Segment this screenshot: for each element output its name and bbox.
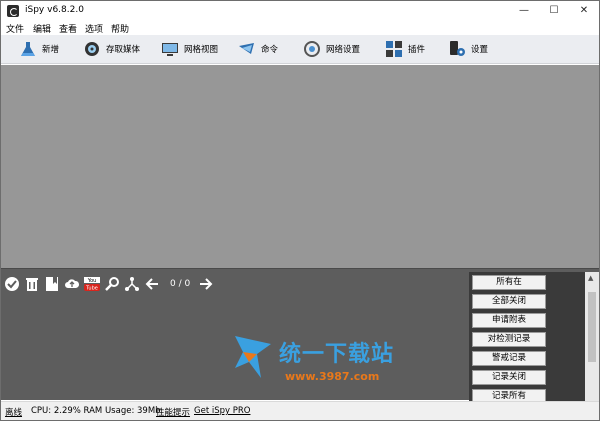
close-button[interactable]: ✕: [569, 1, 599, 21]
camera-view-area[interactable]: [1, 65, 599, 268]
maximize-button[interactable]: ☐: [539, 1, 569, 21]
delete-icon[interactable]: [24, 276, 40, 292]
media-toolbar: You Tube 0 / 0: [4, 274, 218, 294]
action-button-column: 所有在 全部关闭 申请附表 对检测记录 警戒记录 记录关闭 记录所有: [469, 272, 585, 401]
svg-text:Tube: Tube: [85, 286, 98, 292]
watermark-text: 统一下载站: [279, 342, 395, 367]
grid-view-icon: [161, 40, 179, 58]
get-pro-link[interactable]: Get iSpy PRO: [194, 406, 250, 416]
app-icon: [7, 5, 19, 17]
offline-link[interactable]: 离线: [5, 406, 22, 418]
plugins-icon: [385, 40, 403, 58]
svg-text:You: You: [87, 278, 97, 284]
window-title: iSpy v6.8.2.0: [25, 5, 84, 15]
toolbar-network-button[interactable]: 网络设置: [303, 38, 360, 60]
toolbar-add-label: 新增: [42, 45, 60, 55]
toolbar-command-button[interactable]: 命令: [238, 38, 278, 60]
watermark-logo-icon: [235, 336, 271, 378]
menu-file[interactable]: 文件: [6, 22, 24, 35]
toolbar-plugins-label: 插件: [408, 45, 426, 55]
search-icon[interactable]: [104, 276, 120, 292]
title-bar: iSpy v6.8.2.0 — ☐ ✕: [1, 1, 599, 21]
menu-edit[interactable]: 编辑: [33, 22, 51, 35]
alert-record-button[interactable]: 警戒记录: [472, 351, 546, 366]
perf-tips-link[interactable]: 性能提示: [156, 406, 190, 418]
minimize-button[interactable]: —: [509, 1, 539, 21]
menu-bar: 文件 编辑 查看 选项 帮助: [1, 21, 599, 35]
record-off-button[interactable]: 记录关闭: [472, 370, 546, 385]
watermark-overlay: 统一下载站 www.3987.com: [233, 332, 413, 392]
youtube-icon[interactable]: You Tube: [84, 276, 100, 292]
add-flask-icon: [19, 40, 37, 58]
toolbar-add-button[interactable]: 新增: [19, 38, 59, 60]
arrow-left-icon[interactable]: [144, 276, 160, 292]
main-toolbar: 新增 存取媒体 网格视图 命令 网络设置 插件 设置: [1, 35, 599, 64]
network-icon: [303, 40, 321, 58]
cloud-upload-icon[interactable]: [64, 276, 80, 292]
toolbar-network-label: 网络设置: [326, 45, 361, 55]
toolbar-plugins-button[interactable]: 插件: [385, 38, 425, 60]
toolbar-settings-button[interactable]: 设置: [448, 38, 488, 60]
record-all-button[interactable]: 记录所有: [472, 389, 546, 401]
command-icon: [238, 40, 256, 58]
arrow-right-icon[interactable]: [198, 276, 214, 292]
media-icon: [83, 40, 101, 58]
apply-schedule-button[interactable]: 申请附表: [472, 313, 546, 328]
detection-record-button[interactable]: 对检测记录: [472, 332, 546, 347]
media-panel: You Tube 0 / 0 统一下载站 www.3987.com 所有在 全部…: [1, 268, 599, 401]
check-all-icon[interactable]: [4, 276, 20, 292]
panel-scrollbar[interactable]: ▲: [585, 272, 599, 401]
menu-view[interactable]: 查看: [59, 22, 77, 35]
scroll-up-icon[interactable]: ▲: [588, 274, 593, 282]
toolbar-grid-button[interactable]: 网格视图: [161, 38, 218, 60]
app-window: iSpy v6.8.2.0 — ☐ ✕ 文件 编辑 查看 选项 帮助 新增 存取…: [0, 0, 600, 421]
toolbar-grid-label: 网格视图: [184, 45, 219, 55]
usage-text: CPU: 2.29% RAM Usage: 39Mb: [31, 406, 161, 416]
all-on-button[interactable]: 所有在: [472, 275, 546, 290]
bookmark-icon[interactable]: [44, 276, 60, 292]
toolbar-media-button[interactable]: 存取媒体: [83, 38, 140, 60]
toolbar-command-label: 命令: [261, 45, 279, 55]
settings-icon: [448, 40, 466, 58]
status-bar: 离线 CPU: 2.29% RAM Usage: 39Mb 性能提示 Get i…: [1, 401, 599, 420]
share-icon[interactable]: [124, 276, 140, 292]
scroll-thumb[interactable]: [588, 292, 596, 362]
toolbar-settings-label: 设置: [471, 45, 489, 55]
toolbar-media-label: 存取媒体: [106, 45, 141, 55]
menu-help[interactable]: 帮助: [111, 22, 129, 35]
close-all-button[interactable]: 全部关闭: [472, 294, 546, 309]
page-counter: 0 / 0: [170, 279, 191, 289]
watermark-url: www.3987.com: [285, 370, 380, 383]
menu-options[interactable]: 选项: [85, 22, 103, 35]
